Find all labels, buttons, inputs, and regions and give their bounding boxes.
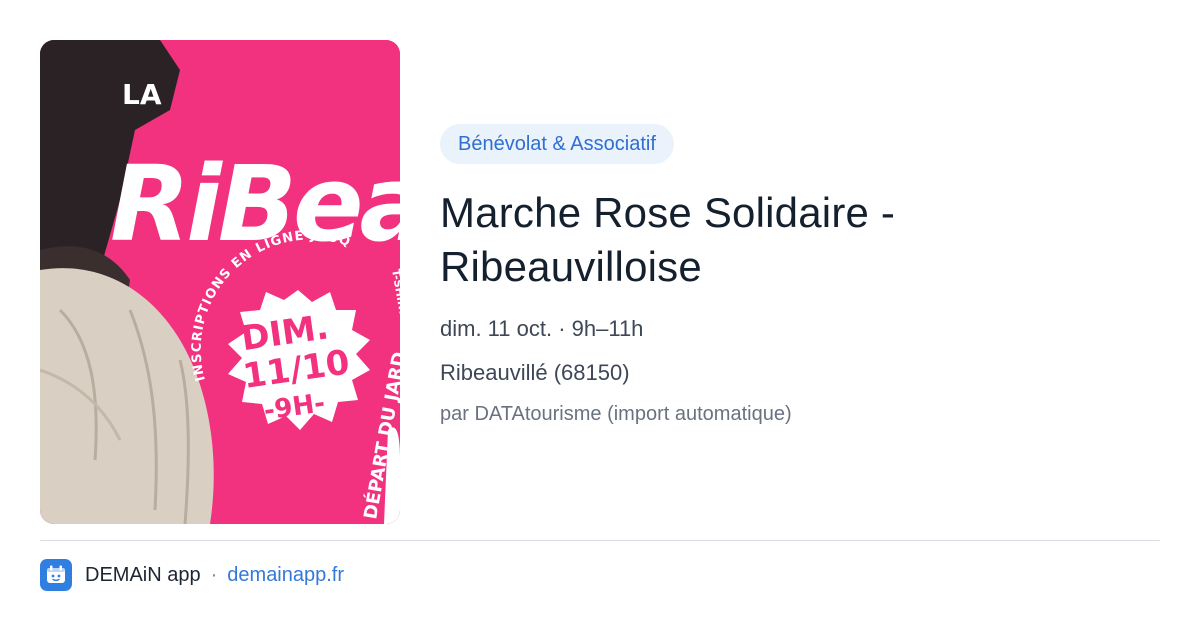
event-source: par DATAtourisme (import automatique) (440, 403, 792, 425)
footer: DEMAiN app · demainapp.fr (40, 558, 344, 592)
domain-link[interactable]: demainapp.fr (227, 564, 344, 587)
poster-brand-small: LA (122, 78, 162, 111)
event-datetime: dim. 11 oct. · 9h–11h (440, 316, 644, 341)
app-name: DEMAiN app (85, 563, 201, 586)
footer-divider (40, 540, 1160, 541)
event-title[interactable]: Marche Rose Solidaire - Ribeauvilloise (440, 186, 1140, 294)
category-badge[interactable]: Bénévolat & Associatif (440, 124, 674, 164)
event-info: Bénévolat & Associatif Marche Rose Solid… (440, 124, 1140, 426)
demain-app-icon[interactable] (40, 559, 72, 591)
footer-separator: · (210, 563, 218, 586)
poster-brand-title: RiBeau (110, 143, 400, 265)
demain-app-icon-glyph (47, 565, 65, 583)
event-poster-image[interactable]: LA RiBeau INSCRIPTIONS EN LIGNE JUSQU'AU… (40, 40, 400, 524)
poster-artwork: LA RiBeau INSCRIPTIONS EN LIGNE JUSQU'AU… (40, 40, 400, 524)
event-location: Ribeauvillé (68150) (440, 360, 630, 385)
event-card[interactable]: LA RiBeau INSCRIPTIONS EN LIGNE JUSQU'AU… (40, 40, 1160, 524)
